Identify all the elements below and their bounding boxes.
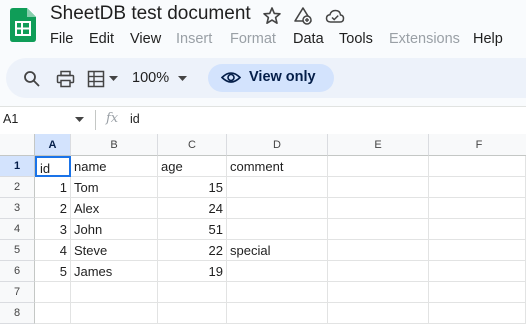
- cell-c7[interactable]: [158, 282, 227, 303]
- cell-c5[interactable]: 22: [158, 240, 227, 261]
- menu-insert[interactable]: Insert: [176, 31, 212, 47]
- cell-b3[interactable]: Alex: [71, 198, 158, 219]
- cell-f3[interactable]: [429, 198, 526, 219]
- column-header-f[interactable]: F: [429, 134, 526, 156]
- column-header-c[interactable]: C: [158, 134, 227, 156]
- name-box-chevron-down-icon[interactable]: [75, 117, 84, 123]
- cell-c4[interactable]: 51: [158, 219, 227, 240]
- move-to-folder-icon[interactable]: [293, 6, 313, 26]
- cell-e3[interactable]: [328, 198, 429, 219]
- column-header-d[interactable]: D: [227, 134, 328, 156]
- cell-a1[interactable]: id: [35, 156, 71, 177]
- select-all-corner[interactable]: [0, 134, 35, 156]
- cell-f6[interactable]: [429, 261, 526, 282]
- cell-a3[interactable]: 2: [35, 198, 71, 219]
- cell-c3[interactable]: 24: [158, 198, 227, 219]
- cell-d8[interactable]: [227, 303, 328, 324]
- menu-data[interactable]: Data: [293, 31, 324, 47]
- row-header-6[interactable]: 6: [0, 261, 35, 282]
- cell-a5[interactable]: 4: [35, 240, 71, 261]
- menu-file[interactable]: File: [50, 31, 73, 47]
- cell-b7[interactable]: [71, 282, 158, 303]
- menu-help[interactable]: Help: [473, 31, 503, 47]
- cell-e1[interactable]: [328, 156, 429, 177]
- column-header-a[interactable]: A: [35, 134, 71, 156]
- menu-extensions[interactable]: Extensions: [389, 31, 460, 47]
- column-header-b[interactable]: B: [71, 134, 158, 156]
- name-box[interactable]: A1: [3, 112, 18, 126]
- cell-d4[interactable]: [227, 219, 328, 240]
- row-header-7[interactable]: 7: [0, 282, 35, 303]
- cell-e2[interactable]: [328, 177, 429, 198]
- cell-e8[interactable]: [328, 303, 429, 324]
- cell-e5[interactable]: [328, 240, 429, 261]
- cell-b2[interactable]: Tom: [71, 177, 158, 198]
- cell-c2[interactable]: 15: [158, 177, 227, 198]
- cell-f7[interactable]: [429, 282, 526, 303]
- cell-d3[interactable]: [227, 198, 328, 219]
- cell-b5[interactable]: Steve: [71, 240, 158, 261]
- zoom-chevron-down-icon[interactable]: [178, 76, 187, 82]
- column-header-e[interactable]: E: [328, 134, 429, 156]
- cell-d6[interactable]: [227, 261, 328, 282]
- view-only-label: View only: [249, 69, 316, 85]
- menu-format[interactable]: Format: [230, 31, 276, 47]
- cell-e4[interactable]: [328, 219, 429, 240]
- row-header-2[interactable]: 2: [0, 177, 35, 198]
- fx-icon: fx: [106, 111, 119, 126]
- cell-a4[interactable]: 3: [35, 219, 71, 240]
- row-header-1[interactable]: 1: [0, 156, 35, 177]
- star-icon[interactable]: [262, 6, 282, 26]
- cell-f8[interactable]: [429, 303, 526, 324]
- document-title[interactable]: SheetDB test document: [50, 3, 251, 25]
- cell-a7[interactable]: [35, 282, 71, 303]
- eye-icon: [221, 72, 241, 83]
- cell-b1[interactable]: name: [71, 156, 158, 177]
- row-header-8[interactable]: 8: [0, 303, 35, 324]
- cell-c8[interactable]: [158, 303, 227, 324]
- cell-a8[interactable]: [35, 303, 71, 324]
- cell-d2[interactable]: [227, 177, 328, 198]
- cell-b4[interactable]: John: [71, 219, 158, 240]
- cell-d5[interactable]: special: [227, 240, 328, 261]
- table-view-icon[interactable]: [87, 70, 106, 88]
- row-header-3[interactable]: 3: [0, 198, 35, 219]
- cell-e6[interactable]: [328, 261, 429, 282]
- cell-d1[interactable]: comment: [227, 156, 328, 177]
- cell-b6[interactable]: James: [71, 261, 158, 282]
- cell-c6[interactable]: 19: [158, 261, 227, 282]
- row-header-5[interactable]: 5: [0, 240, 35, 261]
- cell-a2[interactable]: 1: [35, 177, 71, 198]
- menu-tools[interactable]: Tools: [339, 31, 373, 47]
- cell-a6[interactable]: 5: [35, 261, 71, 282]
- chevron-down-icon[interactable]: [109, 76, 118, 82]
- google-sheets-logo-icon[interactable]: [10, 8, 36, 42]
- cell-d7[interactable]: [227, 282, 328, 303]
- menu-view[interactable]: View: [130, 31, 161, 47]
- spreadsheet-grid[interactable]: A B C D E F 1 2 3 4 5 6 7 8 id name age …: [0, 134, 526, 332]
- formula-bar-divider: [95, 110, 96, 130]
- cell-f2[interactable]: [429, 177, 526, 198]
- search-icon[interactable]: [23, 70, 41, 88]
- row-header-4[interactable]: 4: [0, 219, 35, 240]
- cell-f4[interactable]: [429, 219, 526, 240]
- cell-f1[interactable]: [429, 156, 526, 177]
- cloud-saved-icon[interactable]: [325, 6, 345, 26]
- formula-input[interactable]: id: [130, 112, 140, 126]
- print-icon[interactable]: [56, 70, 75, 88]
- menu-edit[interactable]: Edit: [89, 31, 114, 47]
- cell-c1[interactable]: age: [158, 156, 227, 177]
- cell-f5[interactable]: [429, 240, 526, 261]
- cell-e7[interactable]: [328, 282, 429, 303]
- cell-b8[interactable]: [71, 303, 158, 324]
- zoom-select[interactable]: 100%: [132, 70, 169, 86]
